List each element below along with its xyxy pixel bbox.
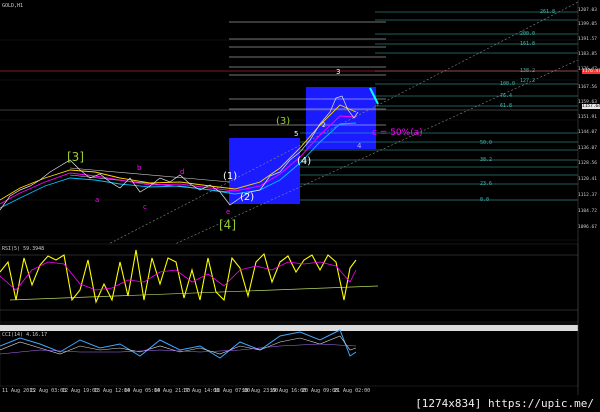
red-price-badge: 1176.47 [582, 69, 600, 74]
price-tick: 1183.85 [578, 52, 597, 57]
fib-label: 127.2 [520, 78, 536, 84]
time-tick: 12 Aug 03:00 [30, 388, 67, 394]
price-tick: 1096.67 [578, 225, 597, 230]
price-tick: 1207.03 [578, 8, 597, 13]
wave-1: (1) [223, 171, 238, 182]
price-tick: 1191.57 [578, 37, 597, 42]
price-candles [0, 95, 359, 211]
wave-small-3: 3 [336, 68, 341, 76]
wave-3: (3) [276, 116, 291, 127]
wave-5: 5 [294, 130, 299, 138]
time-tick: 19 Aug 16:00 [270, 388, 307, 394]
wave-3-big: [3] [67, 150, 84, 164]
fib-label: 38.2 [480, 157, 493, 163]
image-caption: [1274x834] https://upic.me/ [415, 397, 594, 410]
wave-c: c [143, 203, 147, 211]
wave-b: b [137, 164, 142, 172]
osc-label: CCI(14) 4.16.17 [2, 332, 48, 338]
price-tick: 1120.41 [578, 177, 597, 182]
wave-4-big: [4] [219, 218, 236, 232]
wave-2: (2) [240, 192, 255, 203]
price-tick: 1112.37 [578, 193, 597, 198]
price-tick: 1144.07 [578, 130, 597, 135]
fib-label: 61.8 [500, 103, 513, 109]
trading-chart [0, 0, 579, 395]
wave-note: c = 50%(a) [372, 128, 423, 138]
price-tick: 1199.05 [578, 22, 597, 27]
price-tick: 1128.56 [578, 161, 597, 166]
osc-band [0, 325, 578, 331]
fib-label: 50.0 [480, 140, 493, 146]
wave-a: a [95, 196, 100, 204]
wave-small-2: 2 [322, 122, 326, 129]
fib-label: 161.8 [520, 41, 536, 47]
time-tick: 21 Aug 02:00 [334, 388, 371, 394]
time-tick: 12 Aug 19:00 [62, 388, 99, 394]
fib-label: 76.4 [500, 93, 513, 99]
fib-label: 100.0 [500, 81, 516, 87]
fib-label: 261.8 [540, 9, 556, 15]
rsi-label: RSI(5) 59.3948 [2, 246, 45, 252]
wave-e: e [226, 208, 231, 216]
wave-d: d [180, 168, 185, 176]
wave-4: (4) [297, 156, 312, 167]
fib-white-lines [0, 21, 578, 126]
price-tick: 1151.91 [578, 115, 597, 120]
wave-small-4: 4 [357, 142, 362, 150]
fib-label: 23.6 [480, 181, 493, 187]
price-tick: 1167.56 [578, 85, 597, 90]
window-title: GOLD,H1 [2, 3, 24, 9]
fib-label: 0.0 [480, 197, 490, 203]
current-price-badge: 1157.64 [582, 104, 600, 109]
price-tick: 1104.72 [578, 209, 597, 214]
fib-label: 138.2 [520, 68, 536, 74]
osc-panel [0, 323, 579, 387]
time-tick: 20 Aug 09:00 [302, 388, 339, 394]
price-tick: 1136.07 [578, 146, 597, 151]
rsi-panel [0, 243, 579, 323]
fib-label: 200.0 [520, 31, 536, 37]
